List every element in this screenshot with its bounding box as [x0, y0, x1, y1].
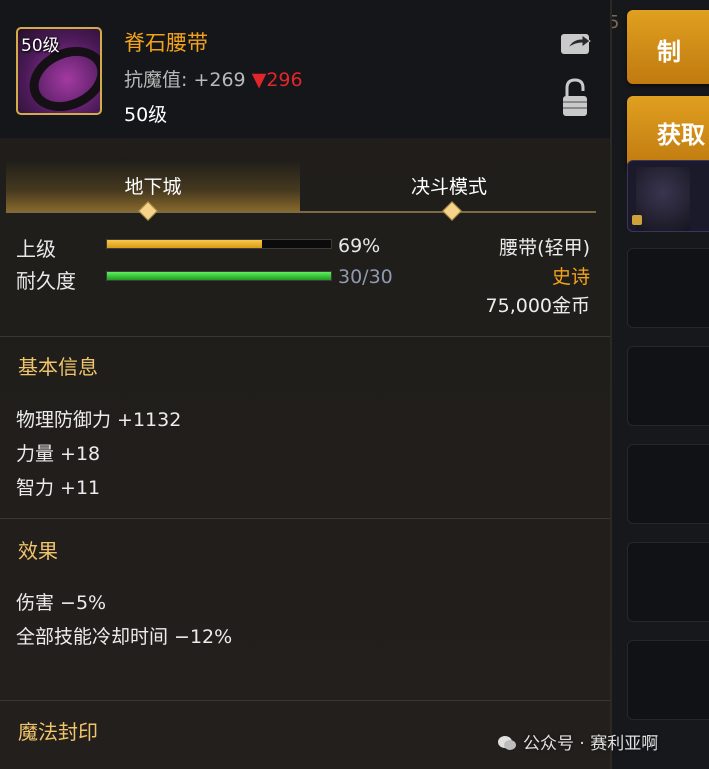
- item-price: 75,000金币: [485, 295, 590, 317]
- tab-dungeon[interactable]: 地下城: [6, 158, 300, 212]
- inventory-slot-3[interactable]: [627, 346, 709, 426]
- item-level-badge: 50级: [21, 36, 60, 56]
- upgrade-bar: [106, 239, 332, 249]
- stat-intelligence: 智力 +11: [16, 477, 101, 499]
- slot-item-icon: [636, 167, 690, 231]
- item-level: 50级: [124, 104, 168, 126]
- inventory-slot-6[interactable]: [627, 640, 709, 720]
- effect-damage: 伤害 −5%: [16, 592, 107, 614]
- obtain-button[interactable]: 获取: [627, 96, 709, 168]
- durability-bar: [106, 271, 332, 281]
- tab-underline: [6, 211, 596, 213]
- item-tooltip-panel: 50级 脊石腰带 抗魔值: +269 ▼296 50级 地下城 决斗模式 上级 …: [0, 0, 612, 769]
- magic-resist-line: 抗魔值: +269 ▼296: [124, 65, 303, 92]
- item-name: 脊石腰带: [124, 31, 208, 55]
- divider-2: [0, 518, 610, 519]
- watermark-text: 公众号 · 赛利亚啊: [523, 734, 659, 754]
- effects-title: 效果: [18, 539, 58, 563]
- item-rarity: 史诗: [551, 266, 590, 288]
- inventory-slot-5[interactable]: [627, 542, 709, 622]
- divider-3: [0, 700, 610, 701]
- upgrade-bar-fill: [107, 240, 262, 248]
- item-type: 腰带(轻甲): [499, 237, 590, 259]
- upgrade-percent: 69%: [338, 235, 381, 257]
- mode-tabs: 地下城 决斗模式: [6, 158, 596, 212]
- upgrade-label: 上级: [16, 237, 56, 261]
- inventory-slot-4[interactable]: [627, 444, 709, 524]
- resist-down-value: 296: [266, 69, 303, 91]
- inventory-slot-2[interactable]: [627, 248, 709, 328]
- magic-seal-title: 魔法封印: [18, 720, 98, 744]
- watermark: 公众号 · 赛利亚啊: [497, 729, 658, 754]
- wechat-icon: [498, 736, 516, 750]
- divider-1: [0, 336, 610, 337]
- lock-icon[interactable]: [560, 78, 590, 118]
- make-button[interactable]: 制: [627, 10, 709, 84]
- slot-lock-icon: [632, 215, 642, 225]
- resist-down-arrow: ▼: [251, 69, 267, 91]
- durability-bar-fill: [107, 272, 331, 280]
- durability-label: 耐久度: [16, 269, 76, 293]
- stat-physical-defense: 物理防御力 +1132: [16, 409, 182, 431]
- durability-value: 30/30: [338, 266, 393, 288]
- inventory-slot-1[interactable]: [627, 160, 709, 232]
- stat-strength: 力量 +18: [16, 443, 101, 465]
- resist-label: 抗魔值:: [124, 69, 188, 91]
- effect-cooldown: 全部技能冷却时间 −12%: [16, 626, 233, 648]
- belt-item-icon[interactable]: 50级: [16, 27, 102, 115]
- share-icon[interactable]: [560, 30, 592, 56]
- resist-value: +269: [193, 69, 246, 91]
- basic-info-title: 基本信息: [18, 355, 98, 379]
